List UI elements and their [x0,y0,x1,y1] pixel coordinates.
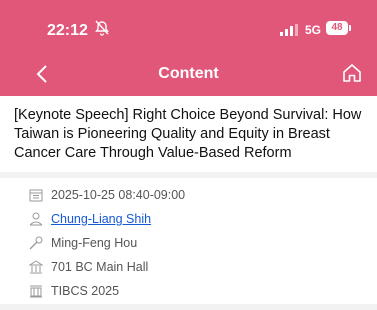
page-title: Content [158,65,219,82]
status-time: 22:12 [47,22,88,39]
event-row: TIBCS 2025 [28,280,119,302]
microphone-icon [28,235,44,251]
datetime-row: 2025-10-25 08:40-09:00 [28,184,185,206]
speaker-link[interactable]: Chung-Liang Shih [51,212,151,226]
talk-details: 2025-10-25 08:40-09:00 Chung-Liang Shih … [0,178,377,304]
datetime-text: 2025-10-25 08:40-09:00 [51,188,186,202]
mute-bell-icon [95,20,109,41]
speaker-row: Chung-Liang Shih [28,208,151,230]
institution-icon [28,283,44,299]
room-text: 701 BC Main Hall [51,260,149,274]
building-icon [28,259,44,275]
network-type: 5G [305,23,322,37]
room-row: 701 BC Main Hall [28,256,148,278]
calendar-icon [28,187,44,203]
battery-tip [349,25,351,31]
moderator-row: Ming-Feng Hou [28,232,137,254]
moderator-text: Ming-Feng Hou [51,236,138,250]
status-bar: 22:12 5G 48 [0,0,377,52]
speaker-icon [28,211,44,227]
event-text: TIBCS 2025 [51,284,120,298]
signal-icon [280,23,298,41]
nav-bar: Content [0,52,377,96]
home-icon[interactable] [342,63,362,88]
talk-title: [Keynote Speech] Right Choice Beyond Sur… [14,107,362,161]
battery-icon: 48 [326,21,348,35]
talk-title-card: [Keynote Speech] Right Choice Beyond Sur… [0,96,377,172]
